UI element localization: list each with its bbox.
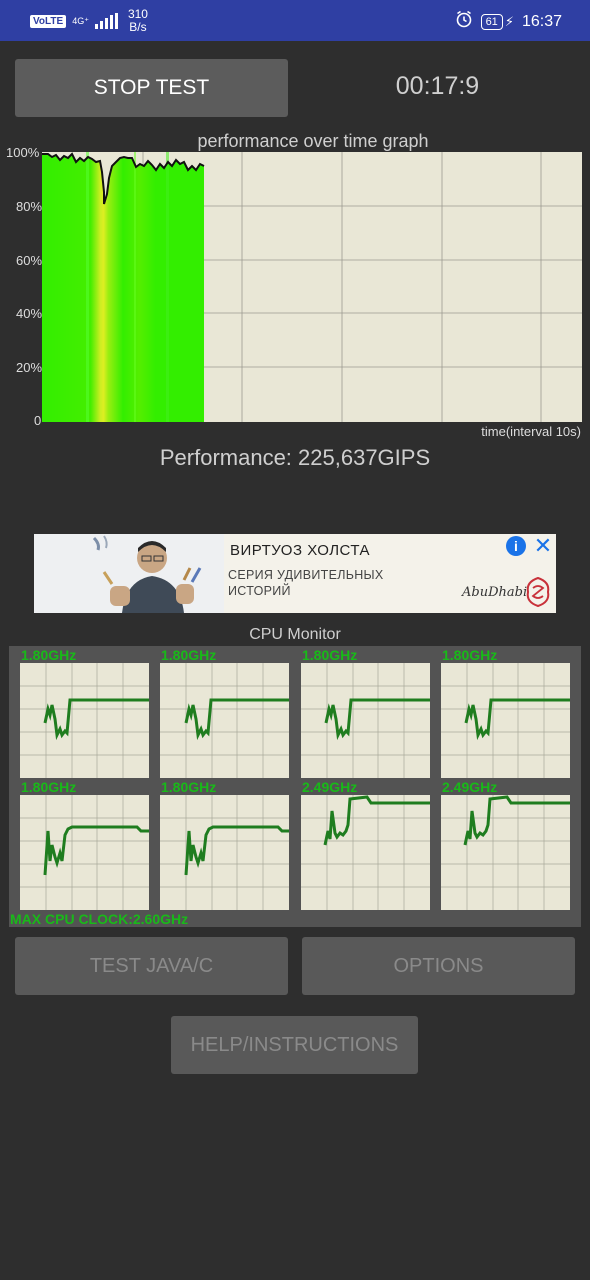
options-button[interactable]: OPTIONS xyxy=(302,937,575,995)
elapsed-timer: 00:17:9 xyxy=(395,72,480,100)
cpu-core-freq: 2.49GHz xyxy=(442,779,498,795)
status-left: VoLTE 4G⁺ 310 B/s xyxy=(30,8,148,34)
cpu-core-freq: 1.80GHz xyxy=(161,779,217,795)
ad-image xyxy=(34,534,224,613)
test-java-c-button[interactable]: TEST JAVA/C xyxy=(15,937,288,995)
info-icon[interactable]: i xyxy=(506,536,526,556)
cpu-monitor-title: CPU Monitor xyxy=(249,626,341,643)
ad-subtitle-line2: ИСТОРИЙ xyxy=(228,584,291,598)
ad-brand-logo: AbuDhabi xyxy=(462,585,528,600)
max-cpu-clock: MAX CPU CLOCK:2.60GHz xyxy=(10,911,189,927)
status-right: 61 ⚡ 16:37 xyxy=(455,10,562,33)
speed-value: 310 xyxy=(127,7,148,21)
cpu-core-graph xyxy=(301,663,430,778)
performance-graph xyxy=(42,152,582,422)
clock: 16:37 xyxy=(521,12,562,30)
ad-title: ВИРТУОЗ ХОЛСТА xyxy=(230,542,371,559)
volte-badge: VoLTE xyxy=(30,14,67,28)
cpu-core-graph xyxy=(160,663,289,778)
cpu-core-graph xyxy=(441,663,570,778)
ad-banner[interactable]: ВИРТУОЗ ХОЛСТА СЕРИЯ УДИВИТЕЛЬНЫХ ИСТОРИ… xyxy=(34,534,556,613)
cpu-core-freq: 1.80GHz xyxy=(21,647,77,663)
alarm-icon xyxy=(455,10,473,33)
performance-area xyxy=(42,154,204,422)
help-instructions-button[interactable]: HELP/INSTRUCTIONS xyxy=(171,1016,418,1074)
cpu-core-freq: 1.80GHz xyxy=(442,647,498,663)
network-speed: 310 B/s xyxy=(128,8,148,34)
network-type: 4G⁺ xyxy=(72,16,89,26)
cpu-core-freq: 1.80GHz xyxy=(161,647,217,663)
cpu-core-graph xyxy=(20,663,149,778)
cpu-core-freq: 1.80GHz xyxy=(302,647,358,663)
close-icon[interactable]: ✕ xyxy=(532,534,554,558)
speed-unit: B/s xyxy=(129,20,147,34)
charging-icon: ⚡ xyxy=(504,13,514,29)
x-axis-label: time(interval 10s) xyxy=(481,424,581,439)
ad-seal-icon xyxy=(526,576,550,608)
stop-test-button[interactable]: STOP TEST xyxy=(15,59,288,117)
ad-subtitle-line1: СЕРИЯ УДИВИТЕЛЬНЫХ xyxy=(228,568,384,582)
graph-title: performance over time graph xyxy=(197,131,429,151)
cpu-core-graph xyxy=(301,795,430,910)
cpu-core-graph xyxy=(160,795,289,910)
cpu-core-graph xyxy=(20,795,149,910)
cpu-core-graph xyxy=(441,795,570,910)
performance-result: Performance: 225,637GIPS xyxy=(159,445,431,470)
battery-icon: 61 xyxy=(480,13,503,30)
cpu-core-freq: 2.49GHz xyxy=(302,779,358,795)
cpu-core-freq: 1.80GHz xyxy=(21,779,77,795)
y-tick-label: 100% xyxy=(6,145,40,160)
status-bar: VoLTE 4G⁺ 310 B/s 61 ⚡ 16:37 xyxy=(0,0,590,41)
signal-icon xyxy=(94,13,118,29)
ad-subtitle: СЕРИЯ УДИВИТЕЛЬНЫХ ИСТОРИЙ xyxy=(228,567,384,599)
